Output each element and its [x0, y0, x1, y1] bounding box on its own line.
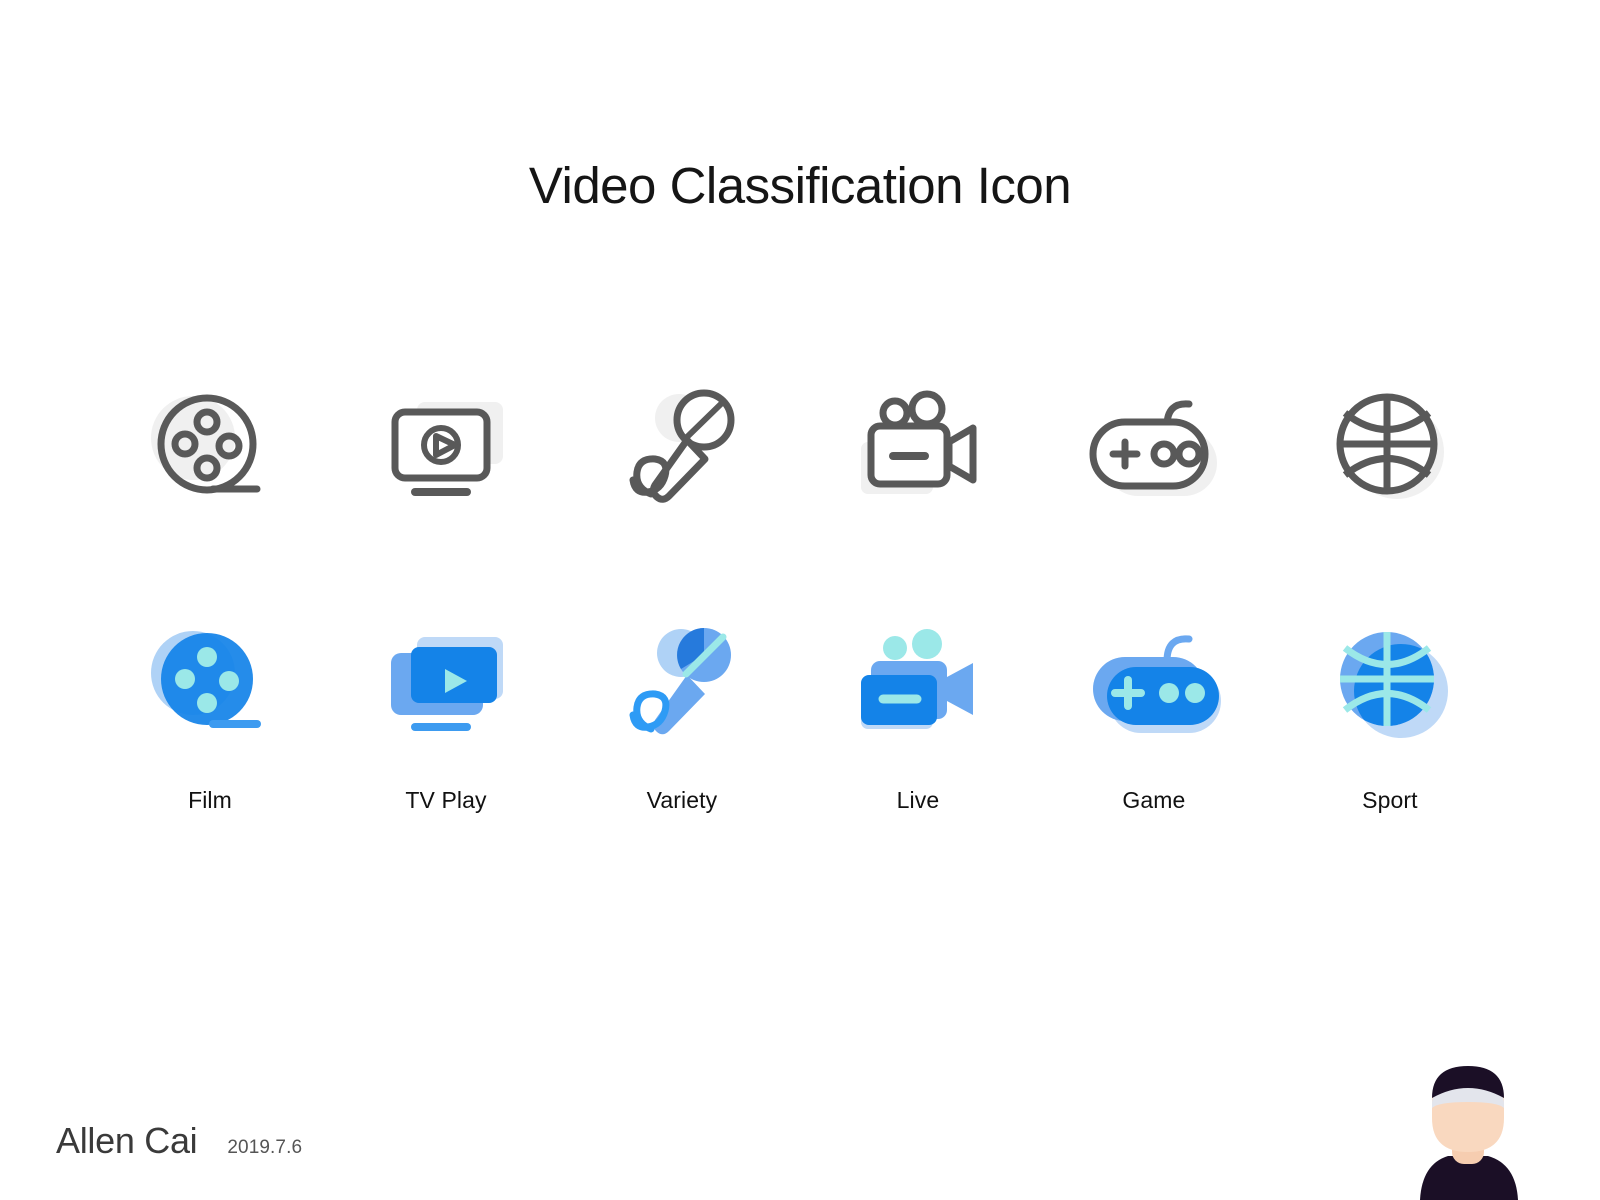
slide-canvas: Video Classification Icon Film TV Play V…	[0, 0, 1600, 1200]
basketball-icon[interactable]	[1310, 370, 1470, 520]
icon-label-live: Live	[896, 787, 940, 813]
icon-row-filled: Film TV Play Variety Live Game Sport	[92, 605, 1508, 814]
page-title: Video Classification Icon	[528, 157, 1072, 214]
icon-cell-live-filled[interactable]: Live	[800, 605, 1036, 814]
icon-cell-live-outline[interactable]	[800, 370, 1036, 520]
icon-label-film: Film	[188, 787, 232, 813]
signature: Allen Cai 2019.7.6	[56, 1120, 302, 1162]
icon-cell-variety-outline[interactable]	[564, 370, 800, 520]
icon-cell-tvplay-filled[interactable]: TV Play	[328, 605, 564, 814]
icon-cell-film-filled[interactable]: Film	[92, 605, 328, 814]
icon-grid: Film TV Play Variety Live Game Sport	[92, 370, 1508, 814]
tv-play-icon[interactable]	[366, 370, 526, 520]
icon-cell-sport-outline[interactable]	[1272, 370, 1508, 520]
icon-cell-sport-filled[interactable]: Sport	[1272, 605, 1508, 814]
icon-label-variety: Variety	[646, 787, 718, 813]
video-camera-icon[interactable]	[838, 370, 998, 520]
video-camera-icon[interactable]	[838, 605, 998, 755]
microphone-icon[interactable]	[602, 605, 762, 755]
basketball-icon[interactable]	[1310, 605, 1470, 755]
gamepad-icon[interactable]	[1074, 370, 1234, 520]
icon-row-outline	[92, 370, 1508, 520]
icon-cell-game-filled[interactable]: Game	[1036, 605, 1272, 814]
film-reel-icon[interactable]	[130, 605, 290, 755]
icon-cell-game-outline[interactable]	[1036, 370, 1272, 520]
icon-label-game: Game	[1122, 787, 1186, 813]
icon-cell-tvplay-outline[interactable]	[328, 370, 564, 520]
icon-label-tvplay: TV Play	[405, 787, 487, 813]
tv-play-icon[interactable]	[366, 605, 526, 755]
icon-cell-variety-filled[interactable]: Variety	[564, 605, 800, 814]
avatar	[1408, 1060, 1528, 1200]
icon-cell-film-outline[interactable]	[92, 370, 328, 520]
icon-label-sport: Sport	[1362, 787, 1418, 813]
author-name: Allen Cai	[56, 1120, 198, 1161]
date-text: 2019.7.6	[227, 1137, 303, 1158]
film-reel-icon[interactable]	[130, 370, 290, 520]
gamepad-icon[interactable]	[1074, 605, 1234, 755]
microphone-icon[interactable]	[602, 370, 762, 520]
